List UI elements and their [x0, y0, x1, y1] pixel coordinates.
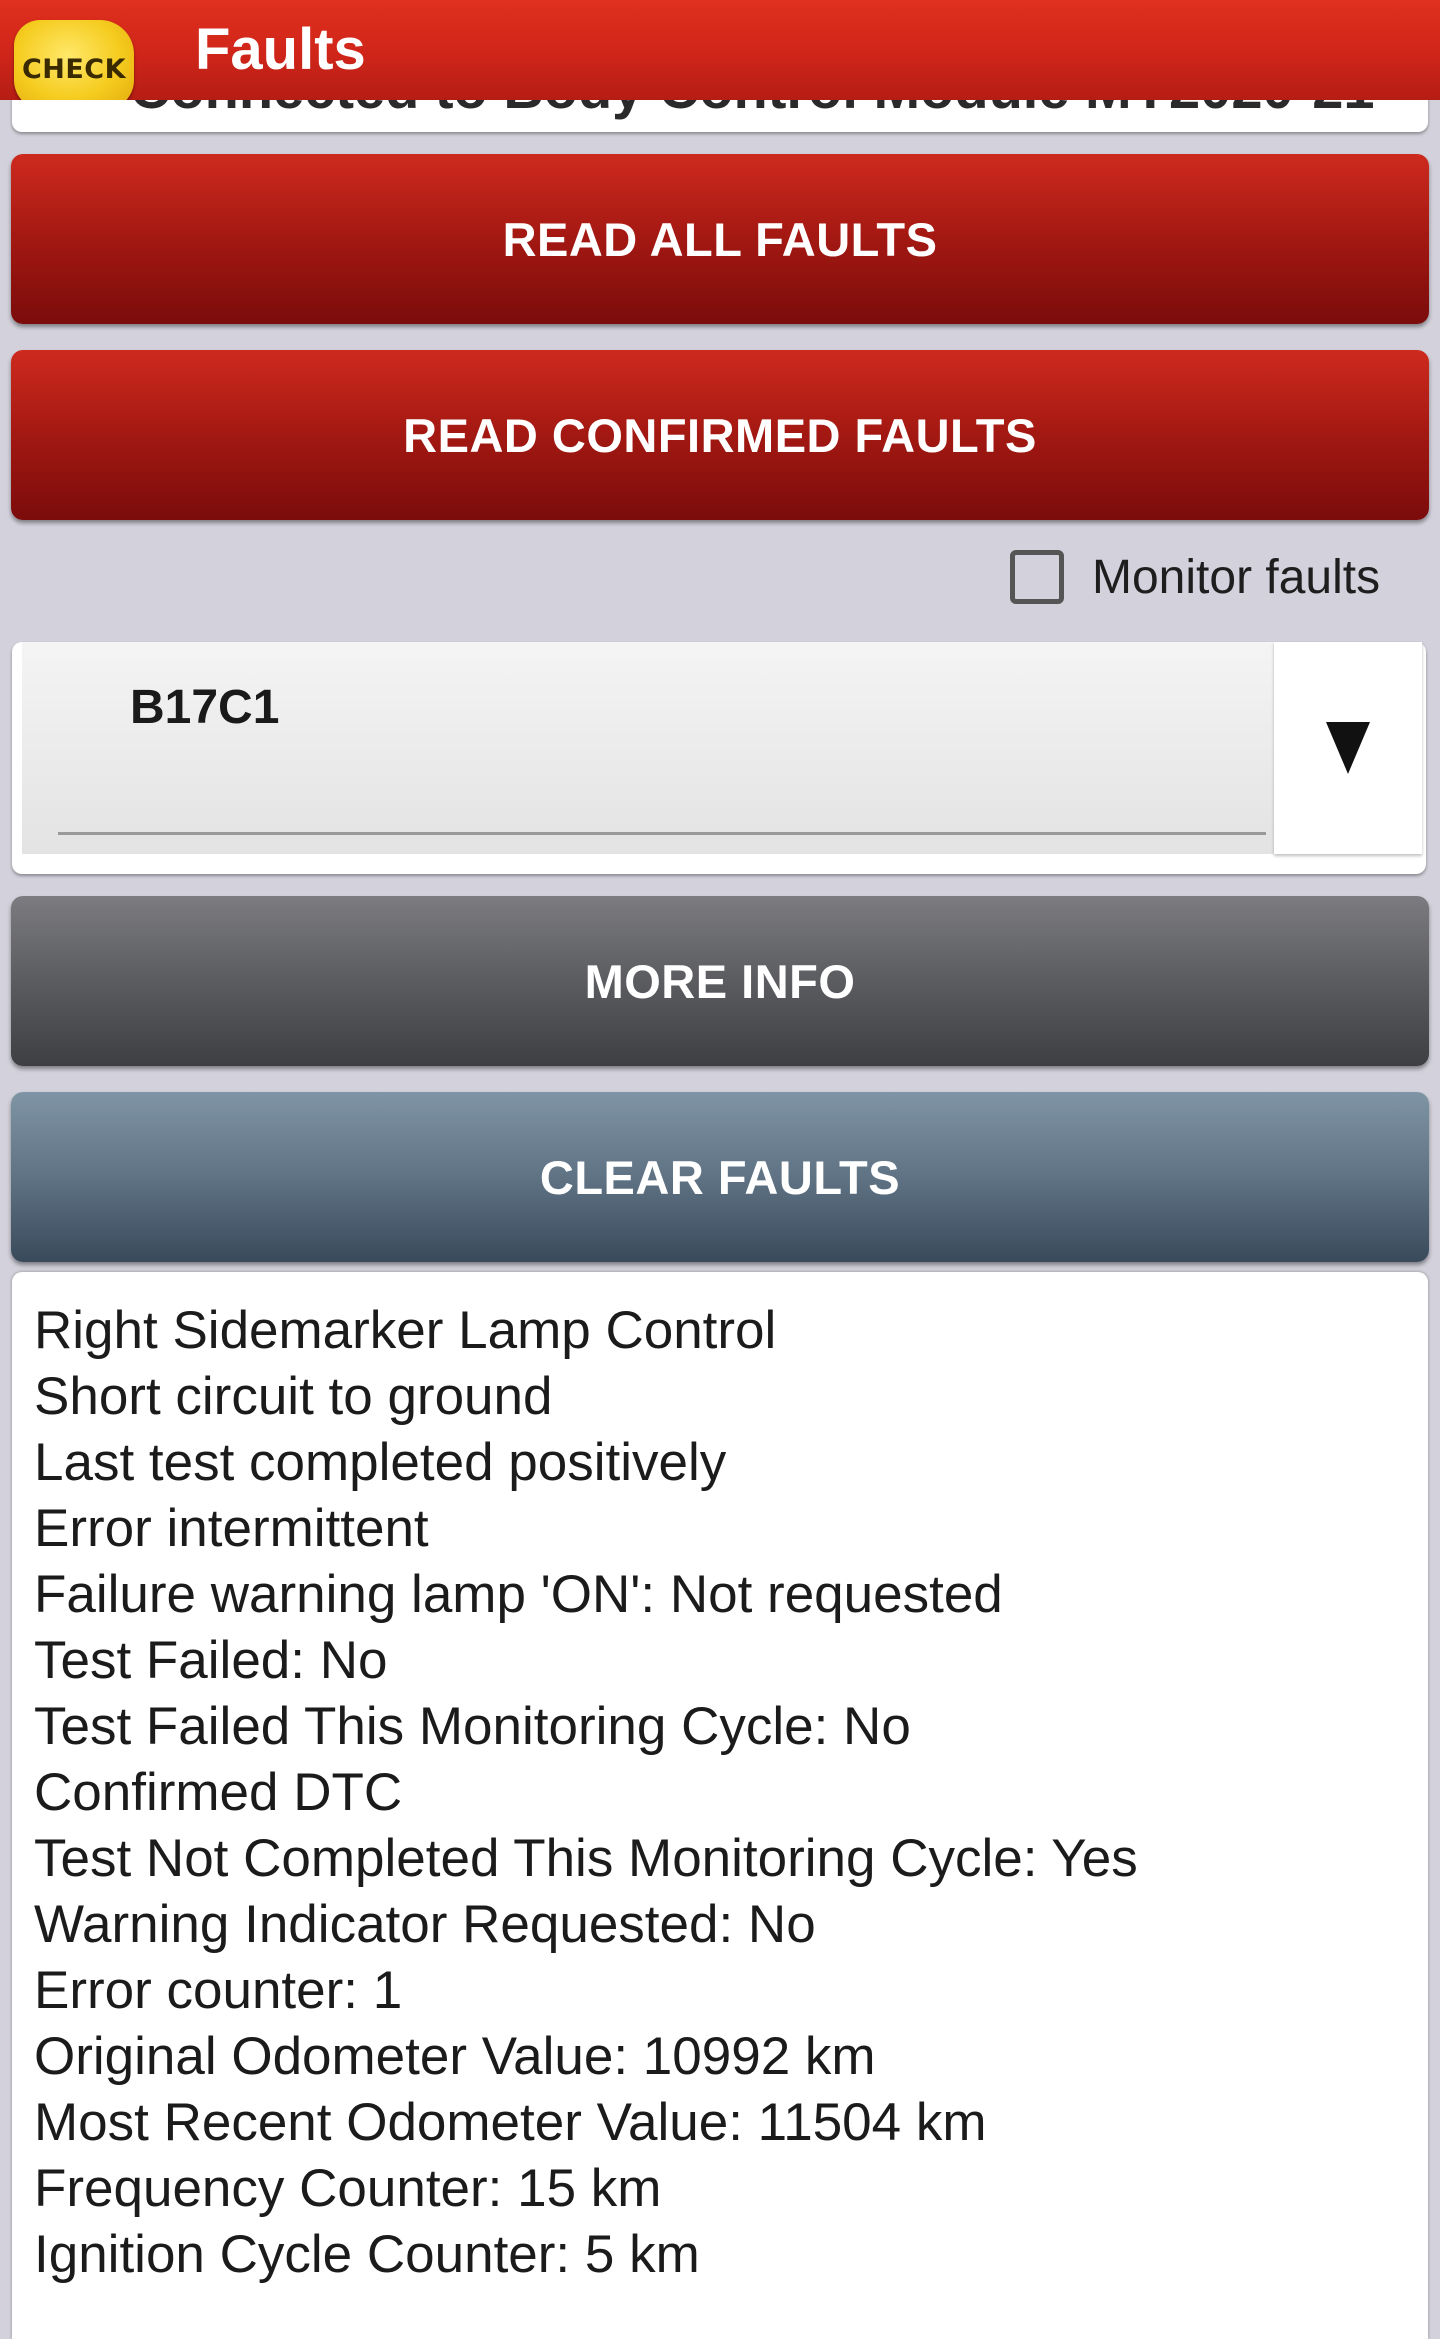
- detail-line: Last test completed positively: [34, 1433, 727, 1492]
- detail-line: Error counter: 1: [34, 1961, 403, 2020]
- dropdown-arrow-button[interactable]: [1274, 642, 1422, 854]
- page-title: Faults: [195, 17, 366, 82]
- detail-line: Test Failed This Monitoring Cycle: No: [34, 1697, 911, 1756]
- fault-details-panel: Right Sidemarker Lamp Control Short circ…: [12, 1272, 1428, 2339]
- more-info-label: MORE INFO: [584, 954, 856, 1008]
- read-confirmed-faults-label: READ CONFIRMED FAULTS: [403, 408, 1037, 462]
- detail-line: Short circuit to ground: [34, 1367, 553, 1426]
- detail-line: Ignition Cycle Counter: 5 km: [34, 2225, 700, 2284]
- read-confirmed-faults-button[interactable]: READ CONFIRMED FAULTS: [11, 350, 1429, 520]
- selected-fault-code: B17C1: [130, 681, 280, 734]
- detail-line: Confirmed DTC: [34, 1763, 403, 1822]
- detail-line: Failure warning lamp 'ON': Not requested: [34, 1565, 1003, 1624]
- detail-line: Error intermittent: [34, 1499, 429, 1558]
- clear-faults-button[interactable]: CLEAR FAULTS: [11, 1092, 1429, 1262]
- detail-line: Test Not Completed This Monitoring Cycle…: [34, 1829, 1138, 1888]
- triangle-down-icon: [1326, 722, 1370, 774]
- more-info-button[interactable]: MORE INFO: [11, 896, 1429, 1066]
- field-underline: [58, 832, 1266, 835]
- detail-line: Right Sidemarker Lamp Control: [34, 1301, 777, 1360]
- detail-line: Frequency Counter: 15 km: [34, 2159, 662, 2218]
- check-engine-logo-icon[interactable]: CHECK: [14, 20, 134, 100]
- logo-text: CHECK: [21, 54, 127, 85]
- monitor-faults-checkbox[interactable]: [1010, 550, 1064, 604]
- fault-code-field[interactable]: B17C1: [22, 642, 1274, 854]
- fault-code-dropdown[interactable]: B17C1: [12, 642, 1426, 874]
- detail-line: Most Recent Odometer Value: 11504 km: [34, 2093, 987, 2152]
- detail-line: Warning Indicator Requested: No: [34, 1895, 816, 1954]
- monitor-faults-toggle[interactable]: Monitor faults: [1010, 544, 1380, 610]
- monitor-faults-label: Monitor faults: [1092, 550, 1381, 604]
- clear-faults-label: CLEAR FAULTS: [539, 1150, 901, 1204]
- app-bar: CHECK Faults: [0, 0, 1440, 100]
- read-all-faults-button[interactable]: READ ALL FAULTS: [11, 154, 1429, 324]
- detail-line: Original Odometer Value: 10992 km: [34, 2027, 876, 2086]
- detail-line: Test Failed: No: [34, 1631, 388, 1690]
- read-all-faults-label: READ ALL FAULTS: [502, 212, 938, 266]
